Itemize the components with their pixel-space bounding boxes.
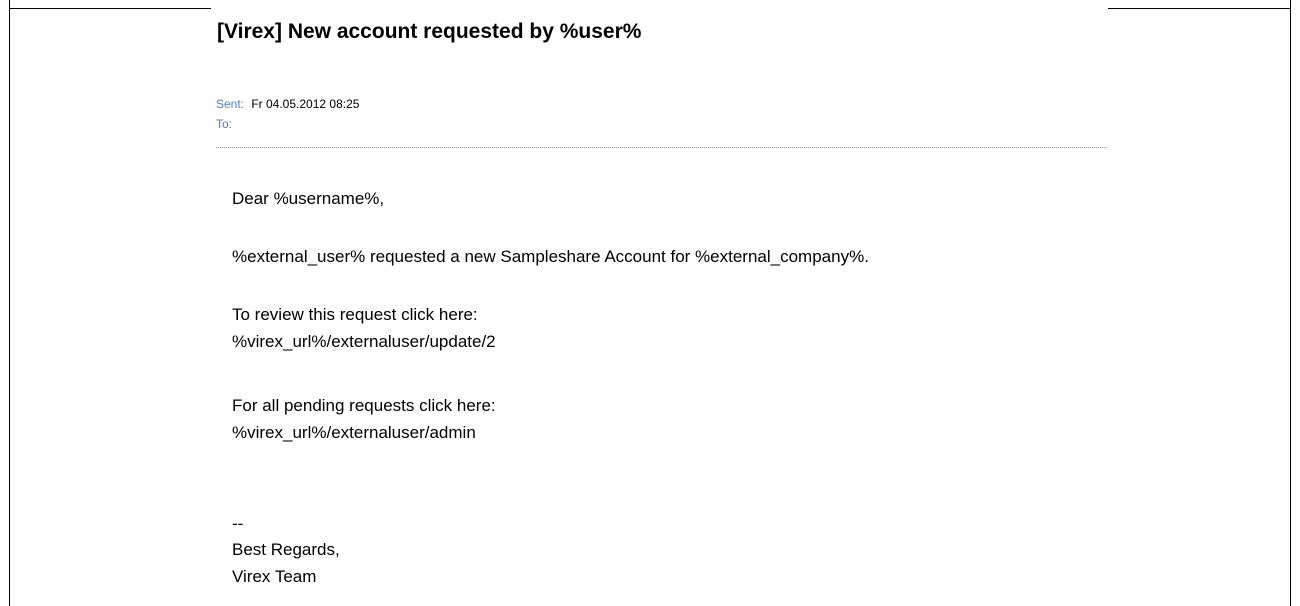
- sent-value: Fr 04.05.2012 08:25: [251, 97, 360, 111]
- body-request-line: %external_user% requested a new Samplesh…: [232, 247, 869, 266]
- review-url-link[interactable]: %virex_url%/externaluser/update/2: [232, 331, 496, 353]
- signature-separator: --: [232, 514, 244, 533]
- sent-row: Sent: Fr 04.05.2012 08:25: [216, 96, 359, 112]
- frame-border-top-left: [9, 8, 211, 9]
- signature-regards: Best Regards,: [232, 540, 340, 559]
- body-review-prompt: To review this request click here:: [232, 305, 478, 324]
- frame-border-top-right: [1108, 8, 1291, 9]
- to-label: To:: [216, 117, 233, 131]
- to-row: To:: [216, 116, 248, 132]
- sent-label: Sent:: [216, 97, 245, 111]
- frame-border-right: [1290, 0, 1291, 606]
- body-pending-prompt: For all pending requests click here:: [232, 396, 496, 415]
- email-subject: [Virex] New account requested by %user%: [217, 20, 642, 43]
- header-divider: [216, 147, 1107, 148]
- pending-url-link[interactable]: %virex_url%/externaluser/admin: [232, 422, 476, 444]
- frame-border-left: [9, 0, 10, 606]
- signature-team: Virex Team: [232, 567, 317, 586]
- body-greeting: Dear %username%,: [232, 189, 385, 208]
